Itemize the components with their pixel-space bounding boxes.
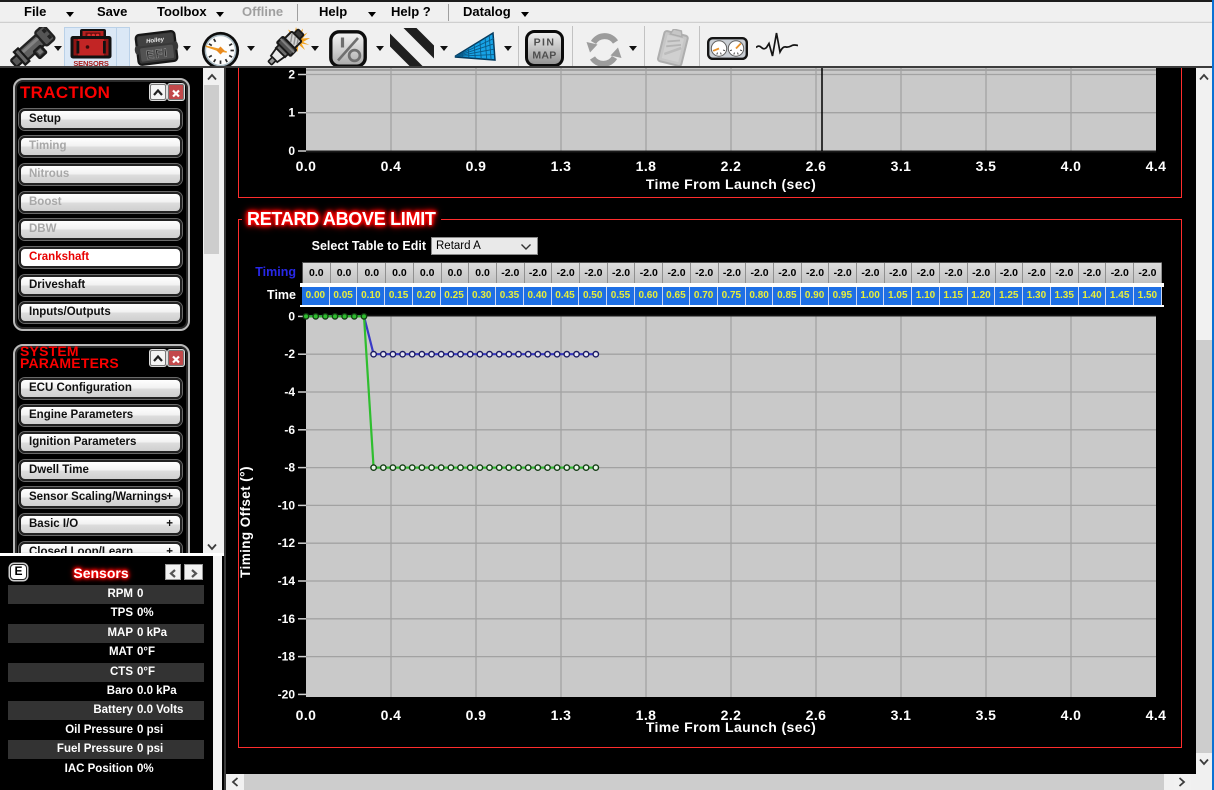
svg-text:1.3: 1.3 [551, 707, 572, 723]
svg-text:-6: -6 [284, 423, 295, 437]
svg-text:3.5: 3.5 [976, 158, 997, 174]
svg-text:-2: -2 [284, 347, 295, 361]
svg-text:0.9: 0.9 [466, 707, 487, 723]
svg-text:3.1: 3.1 [891, 158, 912, 174]
svg-text:Time From Launch (sec): Time From Launch (sec) [646, 719, 816, 735]
svg-text:-14: -14 [278, 574, 296, 588]
svg-text:1.3: 1.3 [551, 158, 572, 174]
svg-text:EFI: EFI [145, 46, 169, 63]
svg-text:4.0: 4.0 [1061, 158, 1082, 174]
svg-text:0.0: 0.0 [296, 707, 317, 723]
svg-text:-18: -18 [278, 650, 296, 664]
svg-text:2: 2 [288, 68, 295, 82]
svg-text:Time From Launch (sec): Time From Launch (sec) [646, 176, 816, 192]
svg-text:-10: -10 [278, 498, 296, 512]
svg-text:0.9: 0.9 [466, 158, 487, 174]
svg-text:1: 1 [288, 106, 295, 120]
svg-text:Timing Offset (°): Timing Offset (°) [240, 466, 253, 578]
svg-text:4.4: 4.4 [1146, 707, 1167, 723]
svg-text:0.4: 0.4 [381, 707, 402, 723]
svg-text:0.0: 0.0 [296, 158, 317, 174]
svg-text:-4: -4 [284, 385, 295, 399]
svg-text:MAP: MAP [532, 50, 556, 62]
svg-text:-16: -16 [278, 612, 296, 626]
svg-text:0: 0 [288, 310, 295, 323]
svg-text:0.4: 0.4 [381, 158, 402, 174]
svg-text:0: 0 [288, 144, 295, 158]
svg-text:-12: -12 [278, 536, 296, 550]
svg-text:-8: -8 [284, 461, 295, 475]
svg-text:-20: -20 [278, 687, 296, 701]
svg-text:PIN: PIN [534, 37, 556, 49]
svg-text:2.2: 2.2 [721, 158, 742, 174]
svg-text:2.6: 2.6 [806, 158, 827, 174]
svg-text:4.0: 4.0 [1061, 707, 1082, 723]
svg-text:4.4: 4.4 [1146, 158, 1167, 174]
svg-text:3.5: 3.5 [976, 707, 997, 723]
svg-text:1.8: 1.8 [636, 158, 657, 174]
svg-text:3.1: 3.1 [891, 707, 912, 723]
